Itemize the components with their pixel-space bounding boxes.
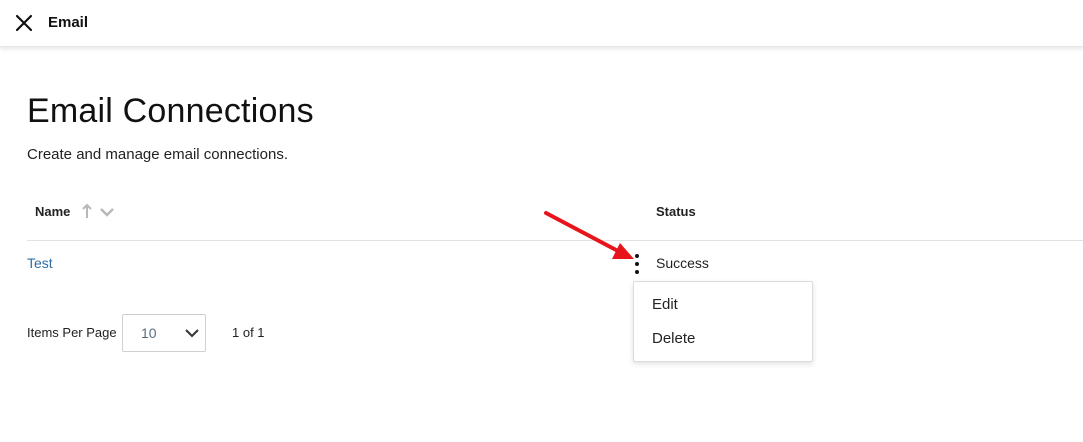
sort-ascending-icon[interactable]	[81, 203, 93, 219]
page-title: Email Connections	[27, 92, 314, 130]
top-bar: Email	[0, 0, 1083, 47]
menu-item-edit[interactable]: Edit	[652, 296, 678, 313]
items-per-page-value: 10	[141, 325, 157, 341]
items-per-page-label: Items Per Page	[27, 325, 117, 340]
annotation-arrow-icon	[544, 211, 634, 259]
menu-item-delete[interactable]: Delete	[652, 330, 695, 347]
page-info: 1 of 1	[232, 325, 265, 340]
chevron-down-icon	[185, 329, 199, 338]
table-row-name-link[interactable]: Test	[27, 255, 53, 271]
row-context-menu: Edit Delete	[633, 281, 813, 362]
table-row-status: Success	[656, 255, 709, 271]
items-per-page-select[interactable]: 10	[122, 314, 206, 352]
close-icon	[15, 14, 33, 32]
column-header-name[interactable]: Name	[35, 204, 70, 219]
chevron-down-icon[interactable]	[99, 205, 115, 219]
close-button[interactable]	[12, 11, 36, 35]
page-subtitle: Create and manage email connections.	[27, 146, 288, 163]
top-bar-title: Email	[48, 14, 89, 31]
column-header-status: Status	[656, 204, 696, 219]
